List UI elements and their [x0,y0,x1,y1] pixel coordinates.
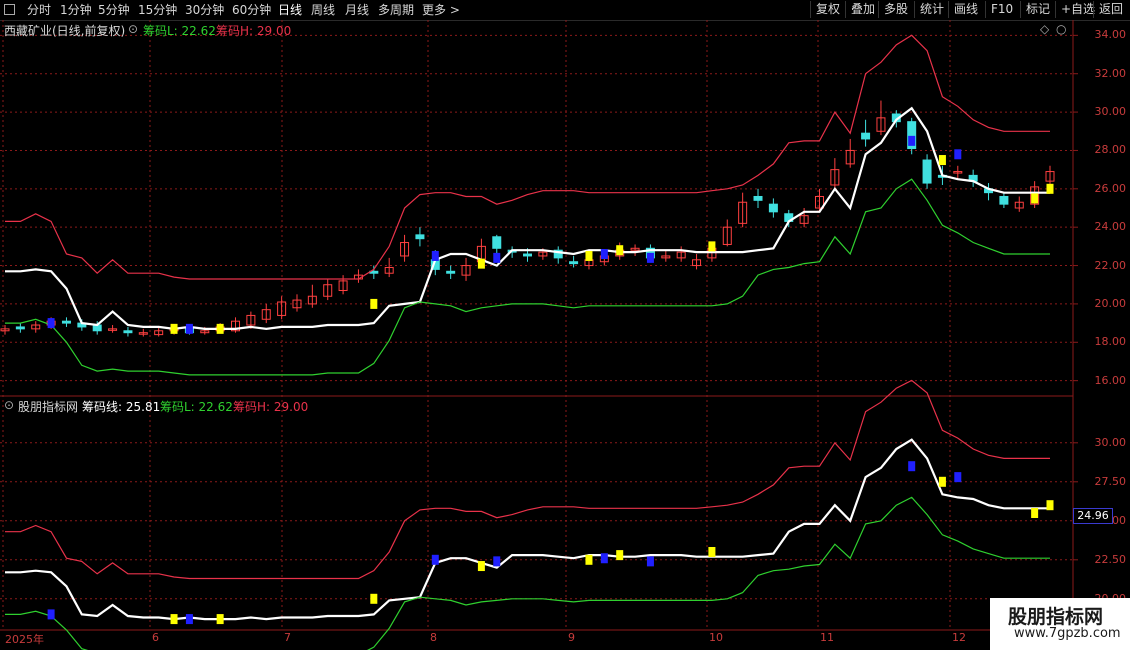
candle-body [61,320,71,324]
main-kline-chart[interactable] [0,0,1130,650]
watermark-title: 股朋指标网 [1008,606,1104,628]
settings-circle-icon[interactable]: ⊙ [128,22,138,36]
main-y-tick-label: 20.00 [1094,296,1127,310]
candle-body [523,253,532,257]
sub-signal-mark [1046,500,1054,511]
sub-signal-mark [370,593,378,604]
main-signal-mark [954,149,962,160]
sub-settings-icon[interactable]: ⊙ [4,398,14,412]
sub-signal-mark [585,554,593,565]
candle-body [569,261,579,265]
main-signal-mark [170,323,178,334]
sub-signal-mark [954,472,962,483]
main-signal-mark [646,252,654,263]
main-signal-mark [47,318,55,329]
sub-chip-l-line [5,496,1050,650]
legend-chip-line: 筹码线: 25.81 [82,400,161,414]
main-signal-mark [600,249,608,260]
main-y-tick-label: 30.00 [1094,105,1127,119]
sub-signal-mark [47,609,55,620]
sub-signal-mark [708,547,716,557]
main-signal-mark [1031,193,1039,204]
main-signal-mark [1046,183,1054,194]
candle-body [999,195,1009,205]
legend-chip-sub-h: 筹码H: 29.00 [233,400,309,414]
candle-body [415,234,425,240]
main-y-tick-label: 28.00 [1094,143,1127,157]
main-signal-mark [370,298,378,309]
sub-signal-mark [600,553,608,564]
sub-grid [0,442,1078,600]
candle-body [15,326,25,330]
current-value-tag: 24.96 [1073,508,1113,524]
stock-title: 西藏矿业(日线,前复权) [4,24,126,38]
sub-signal-mark [185,614,193,625]
sub-signal-mark [616,550,624,561]
x-tick-label: 12 [952,631,966,644]
main-y-tick-label: 26.00 [1094,181,1127,195]
main-chip-line [5,106,1050,331]
main-y-tick-label: 24.00 [1094,220,1127,234]
sub-signal-mark [646,556,654,567]
candle-body [922,159,932,184]
sub-lines [5,379,1050,650]
sub-signal-mark [431,554,439,565]
watermark-url: www.7gpzb.com [1014,626,1121,641]
main-y-tick-label: 34.00 [1094,28,1127,42]
sub-chip-line [5,438,1050,621]
x-tick-label: 2025年 [5,633,44,646]
candle-body [446,270,456,274]
main-grid [0,20,1078,630]
candle-body [768,203,778,213]
sub-signal-mark [1031,508,1039,518]
x-tick-label: 9 [568,631,575,644]
main-signal-mark [908,135,916,146]
x-tick-label: 6 [152,631,159,644]
x-tick-label: 7 [284,631,291,644]
sub-signal-mark [477,561,485,572]
main-chip-l-line [5,178,1050,376]
main-signal-mark [585,250,593,261]
main-signal-mark [477,258,485,269]
indicator-title: 股朋指标网 [18,400,79,414]
main-signal-mark [708,241,716,252]
sub-signal-mark [216,614,224,625]
main-signal-mark [938,155,946,166]
sub-y-tick-label: 27.50 [1094,474,1127,488]
main-signal-mark [216,323,224,334]
x-tick-label: 11 [820,631,834,644]
main-y-tick-label: 16.00 [1094,373,1127,387]
x-tick-label: 10 [709,631,723,644]
circle-icon[interactable]: ○ [1056,22,1066,36]
sub-y-tick-label: 22.50 [1094,552,1127,566]
legend-chip-l: 筹码L: 22.62 [143,24,216,38]
candle-body [492,236,502,249]
diamond-icon[interactable]: ◇ [1040,22,1049,36]
main-y-tick-label: 32.00 [1094,66,1127,80]
sub-signal-mark [908,461,916,472]
candle-body [861,132,871,140]
main-y-tick-label: 18.00 [1094,335,1127,349]
main-signal-mark [493,252,501,263]
sub-signal-mark [170,614,178,625]
main-lines [5,34,1050,376]
candle-body [753,195,763,201]
legend-chip-sub-l: 筹码L: 22.62 [160,400,233,414]
sub-signal-mark [938,476,946,487]
legend-chip-h: 筹码H: 29.00 [216,24,292,38]
sub-y-tick-label: 30.00 [1094,435,1127,449]
candle-body [123,330,133,334]
main-signal-mark [431,250,439,261]
sub-signal-mark [493,556,501,567]
main-y-tick-label: 22.00 [1094,258,1127,272]
main-signal-mark [185,323,193,334]
x-tick-label: 8 [430,631,437,644]
main-chip-h-line [5,34,1050,280]
main-candles [0,100,1055,337]
main-signal-mark [616,245,624,256]
